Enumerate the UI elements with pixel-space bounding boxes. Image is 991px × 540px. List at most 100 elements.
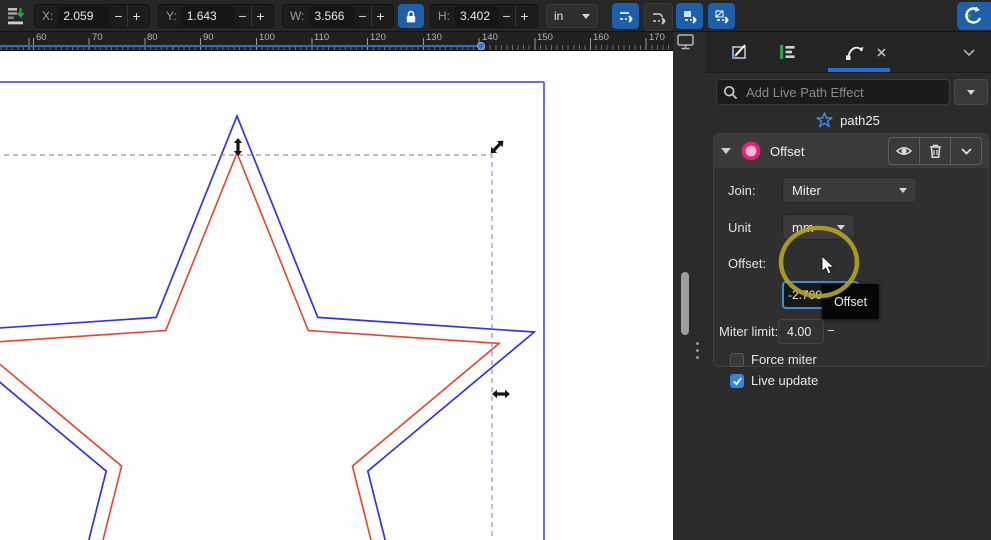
width-input[interactable]: 3.566 [309,6,354,26]
resize-diagonal-handle-icon[interactable] [488,138,507,157]
scale-corners-toggle[interactable] [644,3,673,31]
move-gradients-icon [683,11,697,24]
height-increment-button[interactable]: + [515,5,533,27]
vertical-scrollbar-thumb[interactable] [681,272,689,335]
snap-toggle-button[interactable] [957,2,991,30]
ruler-label: 60 [36,32,47,43]
live-update-checkbox[interactable] [730,373,744,388]
dock-menu-button[interactable] [957,41,981,63]
x-decrement-button[interactable]: − [110,5,127,27]
tab-fill-and-stroke[interactable] [727,41,751,63]
selection-handles [233,138,510,399]
scale-stroke-toggle[interactable] [612,3,639,29]
ruler-label: 140 [482,32,498,43]
lower-to-bottom-button[interactable] [2,3,29,29]
tool-controls-bar: X: 2.059 − + Y: 1.643 − + W: 3.566 − + H… [0,0,991,32]
search-input[interactable] [744,83,943,101]
original-star-path[interactable] [0,113,537,540]
horizontal-ruler[interactable]: 60 70 80 90 100 110 120 130 140 150 160 … [0,31,673,51]
effect-unit-value: mm [792,219,814,235]
move-gradients-toggle[interactable] [676,3,703,29]
force-miter-checkbox[interactable] [730,352,744,367]
scale-stroke-icon [619,12,633,23]
move-patterns-icon [715,10,729,24]
x-label: X: [42,9,54,23]
height-label: H: [438,9,450,23]
inkscape-window: X: 2.059 − + Y: 1.643 − + W: 3.566 − + H… [0,0,991,540]
checkmark-icon [732,377,742,386]
unit-value: in [554,9,564,23]
unit-dropdown[interactable]: in [546,4,598,28]
selected-path-row: path25 [705,111,991,129]
x-input[interactable]: 2.059 [58,6,110,26]
lower-to-bottom-icon [7,8,24,25]
close-icon [876,47,886,57]
ruler-label: 100 [259,32,275,43]
miter-limit-decrement-button[interactable]: − [827,323,835,338]
lpe-search-box[interactable] [716,79,950,105]
force-miter-row: Force miter [730,352,817,367]
ruler-label: 170 [649,32,665,43]
y-input[interactable]: 1.643 [181,6,234,26]
chevron-down-icon [837,224,845,230]
width-label: W: [290,9,305,23]
offset-star-path[interactable] [0,150,502,540]
y-increment-button[interactable]: + [251,5,269,27]
monitor-icon[interactable] [676,33,696,51]
effect-unit-dropdown[interactable]: mm [782,214,855,240]
miter-limit-spinbox[interactable]: 4.00 [778,319,824,344]
ruler-label: 90 [203,32,214,43]
resize-horizontal-handle-icon[interactable] [492,389,510,399]
path-name: path25 [840,112,880,128]
join-value: Miter [792,182,821,198]
offset-effect-icon [741,141,761,161]
height-decrement-button[interactable]: − [498,5,515,27]
chevron-down-icon [967,89,975,95]
tab-path-effects-active[interactable] [843,41,867,63]
lpe-gallery-dropdown-button[interactable] [954,79,988,105]
toggle-visibility-button[interactable] [889,138,919,164]
tooltip: Offset [822,284,879,319]
ruler-label: 160 [593,32,609,43]
eye-icon [895,147,913,155]
miter-limit-label: Miter limit: [719,324,779,339]
objects-icon [780,45,795,59]
height-field-group: H: 3.402 − + [430,4,538,28]
panel-resize-grip[interactable] [696,342,699,359]
page-border [0,81,545,540]
effect-title: Offset [770,143,805,159]
canvas[interactable] [0,50,673,540]
x-increment-button[interactable]: + [127,5,145,27]
delete-effect-button[interactable] [919,138,950,164]
join-dropdown[interactable]: Miter [782,177,917,203]
y-label: Y: [166,9,177,23]
miter-limit-value: 4.00 [787,324,812,339]
offset-effect-header[interactable]: Offset [714,134,988,168]
ruler-label: 110 [314,32,330,43]
ruler-label: 80 [147,32,158,43]
tab-objects[interactable] [775,41,799,63]
ruler-label: 70 [92,32,103,43]
live-update-row: Live update [730,373,818,388]
ruler-label: 150 [537,32,553,43]
force-miter-label: Force miter [751,352,817,367]
search-icon [723,85,738,99]
chevron-down-icon [899,187,907,193]
effect-menu-button[interactable] [950,138,981,164]
tooltip-text: Offset [833,294,868,309]
close-tab-button[interactable] [873,41,889,63]
chevron-down-icon [963,48,975,56]
selection-bbox[interactable] [0,154,493,540]
width-decrement-button[interactable]: − [354,5,371,27]
height-input[interactable]: 3.402 [455,6,498,26]
expander-triangle-icon[interactable] [720,147,732,155]
lock-ratio-button[interactable] [398,4,424,28]
offset-label: Offset: [728,256,767,271]
x-field-group: X: 2.059 − + [34,4,150,28]
scale-corners-icon [652,13,666,25]
move-patterns-toggle[interactable] [708,3,735,29]
star-path-icon [816,112,833,128]
resize-vertical-handle-icon[interactable] [233,138,243,156]
y-decrement-button[interactable]: − [234,5,251,27]
width-increment-button[interactable]: + [371,5,389,27]
